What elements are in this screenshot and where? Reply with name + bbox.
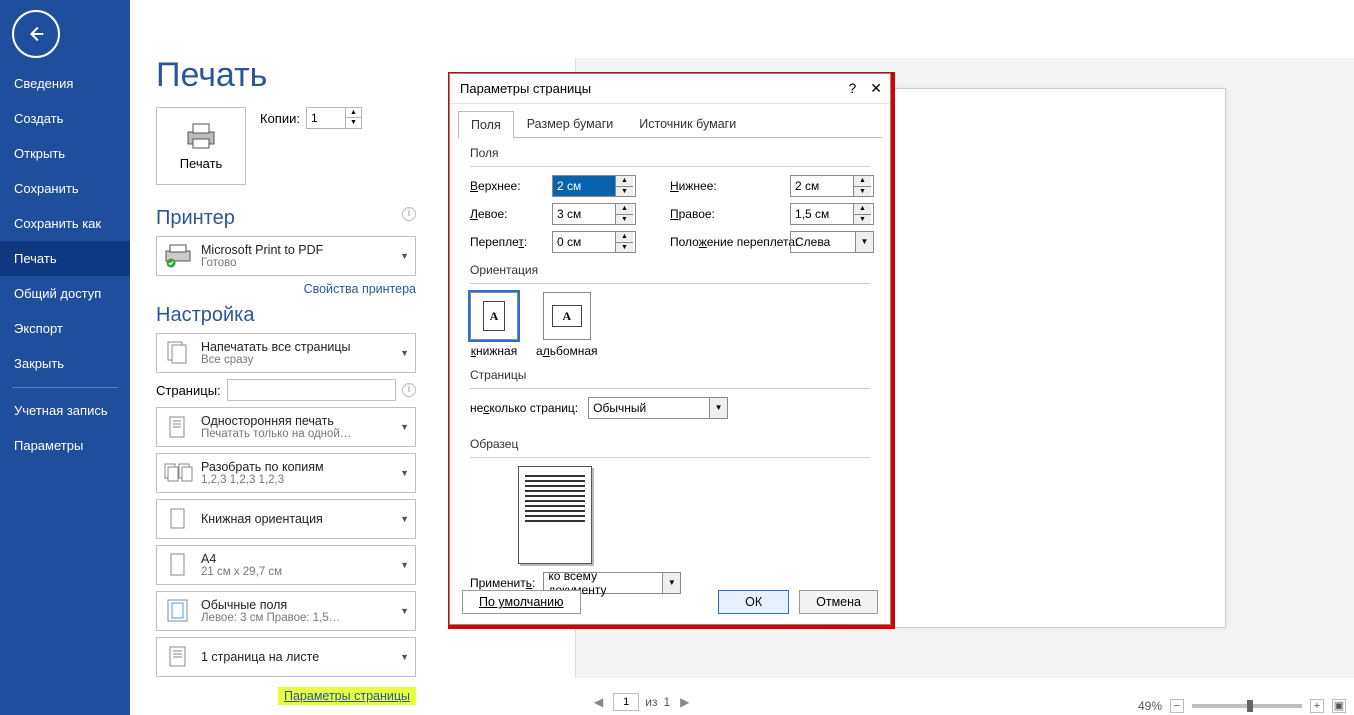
single-side-icon xyxy=(163,412,193,442)
settings-section-title: Настройка xyxy=(156,304,416,327)
chevron-down-icon: ▼ xyxy=(400,251,409,261)
info-icon[interactable]: i xyxy=(402,207,416,221)
printer-ready-icon xyxy=(163,241,193,271)
preview-group-label: Образец xyxy=(470,437,870,455)
nav-new[interactable]: Создать xyxy=(0,101,130,136)
next-page-button[interactable]: ▶ xyxy=(676,695,693,709)
pages-input[interactable] xyxy=(227,379,396,401)
tab-paper-size[interactable]: Размер бумаги xyxy=(514,110,627,137)
zoom-value: 49% xyxy=(1138,699,1162,713)
copies-up[interactable]: ▲ xyxy=(346,108,361,118)
nav-export[interactable]: Экспорт xyxy=(0,311,130,346)
printer-combo[interactable]: Microsoft Print to PDFГотово ▼ xyxy=(156,236,416,276)
nav-close[interactable]: Закрыть xyxy=(0,346,130,381)
orientation-landscape[interactable]: A альбомная xyxy=(536,292,598,358)
left-margin-input[interactable]: ▲▼ xyxy=(552,203,636,225)
right-margin-input[interactable]: ▲▼ xyxy=(790,203,874,225)
collate-icon xyxy=(163,458,193,488)
copies-input[interactable] xyxy=(307,111,345,125)
tab-paper-source[interactable]: Источник бумаги xyxy=(626,110,749,137)
top-margin-label: Верхнее: xyxy=(470,179,552,193)
nav-saveas[interactable]: Сохранить как xyxy=(0,206,130,241)
sample-preview xyxy=(518,466,592,564)
copies-spinner[interactable]: ▲▼ xyxy=(306,107,362,129)
pages-icon xyxy=(163,338,193,368)
tab-margins[interactable]: Поля xyxy=(458,111,514,138)
printer-properties-link[interactable]: Свойства принтера xyxy=(156,282,416,296)
papersize-combo[interactable]: A421 см x 29,7 см ▼ xyxy=(156,545,416,585)
page-setup-link[interactable]: Параметры страницы xyxy=(278,687,416,705)
zoom-slider[interactable] xyxy=(1192,704,1302,708)
gutter-input[interactable]: ▲▼ xyxy=(552,231,636,253)
cancel-button[interactable]: Отмена xyxy=(799,590,878,614)
current-page-input[interactable] xyxy=(613,693,639,711)
nav-info[interactable]: Сведения xyxy=(0,66,130,101)
zoom-out-button[interactable]: − xyxy=(1170,699,1184,713)
collate-combo[interactable]: Разобрать по копиям1,2,3 1,2,3 1,2,3 ▼ xyxy=(156,453,416,493)
multipage-label: несколько страниц: xyxy=(470,401,578,415)
portrait-icon xyxy=(163,504,193,534)
printer-status: Готово xyxy=(201,257,409,269)
nav-options[interactable]: Параметры xyxy=(0,428,130,463)
sheet-icon xyxy=(163,642,193,672)
printer-section-title: Принтерi xyxy=(156,207,416,230)
printer-icon xyxy=(184,122,218,150)
right-margin-label: Правое: xyxy=(670,207,790,221)
zoom-fit-button[interactable]: ▣ xyxy=(1332,699,1346,713)
multipage-select[interactable]: Обычный▼ xyxy=(588,397,728,419)
sides-combo[interactable]: Односторонняя печатьПечатать только на о… xyxy=(156,407,416,447)
page-title: Печать xyxy=(156,56,416,95)
ok-button[interactable]: ОК xyxy=(718,590,789,614)
margins-group-label: Поля xyxy=(470,146,870,164)
left-margin-label: Левое: xyxy=(470,207,552,221)
paper-icon xyxy=(163,550,193,580)
margins-icon xyxy=(163,596,193,626)
backstage-sidebar: Сведения Создать Открыть Сохранить Сохра… xyxy=(0,0,130,715)
page-sep: из xyxy=(645,695,657,709)
nav-save[interactable]: Сохранить xyxy=(0,171,130,206)
gutter-pos-label: Положение переплета: xyxy=(670,235,790,249)
apply-to-label: Применить: xyxy=(470,576,535,590)
nav-open[interactable]: Открыть xyxy=(0,136,130,171)
orientation-combo[interactable]: Книжная ориентация ▼ xyxy=(156,499,416,539)
back-button[interactable] xyxy=(12,10,60,58)
pages-per-sheet-combo[interactable]: 1 страница на листе ▼ xyxy=(156,637,416,677)
copies-label: Копии: xyxy=(260,111,300,126)
nav-print[interactable]: Печать xyxy=(0,241,130,276)
print-button[interactable]: Печать xyxy=(156,107,246,185)
preview-page xyxy=(846,88,1226,628)
pages-label: Страницы: xyxy=(156,383,221,398)
gutter-label: Переплет: xyxy=(470,235,552,249)
dialog-help-icon[interactable]: ? xyxy=(848,80,856,97)
default-button[interactable]: По умолчанию xyxy=(462,590,581,614)
margins-combo[interactable]: Обычные поляЛевое: 3 см Правое: 1,5… ▼ xyxy=(156,591,416,631)
copies-down[interactable]: ▼ xyxy=(346,118,361,128)
dialog-title: Параметры страницы xyxy=(460,81,591,96)
prev-page-button[interactable]: ◀ xyxy=(590,695,607,709)
gutter-pos-select[interactable]: Слева▼ xyxy=(790,231,874,253)
zoom-in-button[interactable]: + xyxy=(1310,699,1324,713)
printer-name: Microsoft Print to PDF xyxy=(201,243,409,257)
bottom-margin-input[interactable]: ▲▼ xyxy=(790,175,874,197)
bottom-margin-label: Нижнее: xyxy=(670,179,790,193)
nav-share[interactable]: Общий доступ xyxy=(0,276,130,311)
orientation-group-label: Ориентация xyxy=(470,263,870,281)
top-margin-input[interactable]: ▲▼ xyxy=(552,175,636,197)
page-total: 1 xyxy=(663,695,670,709)
print-range-combo[interactable]: Напечатать все страницыВсе сразу ▼ xyxy=(156,333,416,373)
orientation-portrait[interactable]: A книжная xyxy=(470,292,518,358)
nav-account[interactable]: Учетная запись xyxy=(0,394,130,428)
info-icon[interactable]: i xyxy=(402,383,416,397)
print-button-label: Печать xyxy=(180,156,223,171)
dialog-close-icon[interactable]: ✕ xyxy=(870,80,882,97)
page-setup-dialog: Параметры страницы ? ✕ Поля Размер бумаг… xyxy=(449,73,891,625)
pages-group-label: Страницы xyxy=(470,368,870,386)
